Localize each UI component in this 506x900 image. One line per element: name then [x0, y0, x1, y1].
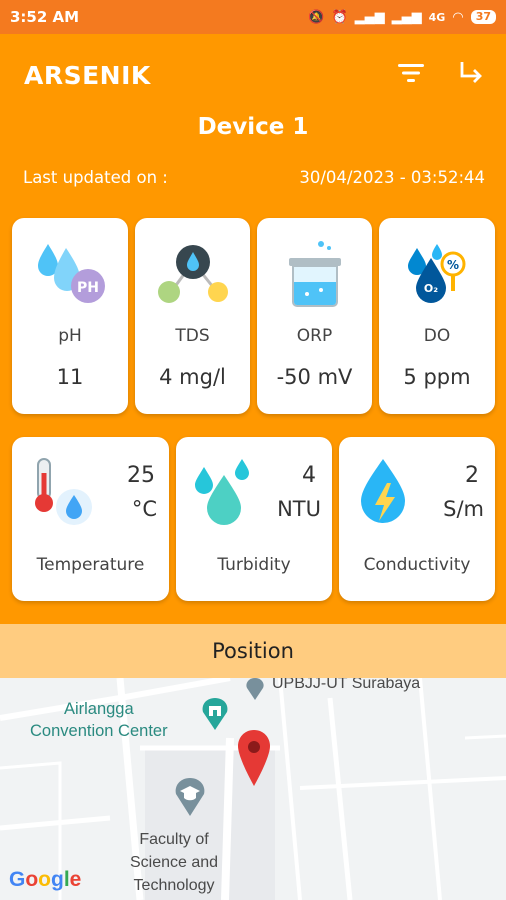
logout-arrow-icon[interactable]	[458, 61, 484, 89]
sensor-card-conductivity[interactable]: 2 S/m Conductivity	[339, 437, 495, 601]
svg-text:%: %	[447, 258, 459, 272]
svg-text:O₂: O₂	[424, 282, 438, 295]
wifi-icon: ◠	[452, 9, 464, 25]
map-label-upbjj: UPBJJ-UT Surabaya	[272, 678, 421, 692]
sensor-label: Temperature	[36, 555, 145, 575]
network-type: 4G	[428, 10, 446, 24]
device-title: Device 1	[197, 114, 309, 140]
filter-icon[interactable]	[398, 63, 424, 87]
sensor-label: TDS	[175, 326, 210, 346]
sensor-value: 2	[465, 463, 479, 488]
sensor-card-turbidity[interactable]: 4 NTU Turbidity	[176, 437, 332, 601]
sensor-value: -50 mV	[276, 365, 353, 389]
sensor-label: ORP	[296, 326, 333, 346]
oxygen-drop-icon: O₂ %	[407, 240, 471, 310]
last-updated-row: Last updated on : 30/04/2023 - 03:52:44	[0, 168, 506, 187]
turbidity-drops-icon	[192, 457, 258, 535]
last-updated-value: 30/04/2023 - 03:52:44	[299, 168, 485, 187]
google-logo[interactable]: Google	[9, 868, 81, 892]
status-bar: 3:52 AM 🔕 ⏰ ▂▄▆ ▂▄▆ 4G ◠ 37	[0, 0, 506, 34]
signal-icon: ▂▄▆	[354, 9, 385, 25]
sensor-unit: S/m	[443, 497, 484, 521]
sensor-label: DO	[423, 326, 451, 346]
sensor-value: 4	[302, 463, 316, 488]
sensor-unit: NTU	[277, 497, 321, 521]
map-label-faculty: Faculty of Science and Technology	[130, 831, 219, 894]
landmark-icon	[200, 698, 230, 734]
sensor-card-temperature[interactable]: 25 °C Temperature	[12, 437, 169, 601]
map-view[interactable]: UPBJJ-UT Surabaya Airlangga Convention C…	[0, 678, 506, 900]
battery-icon: 37	[470, 10, 496, 24]
sensor-value: 11	[56, 365, 84, 389]
position-header: Position	[0, 624, 506, 678]
signal-icon-2: ▂▄▆	[391, 9, 422, 25]
sensor-card-orp[interactable]: ORP -50 mV	[257, 218, 372, 414]
status-time: 3:52 AM	[10, 8, 80, 26]
sensor-value: 4 mg/l	[159, 365, 226, 389]
sensor-label: Conductivity	[363, 555, 471, 575]
mute-icon: 🔕	[308, 9, 325, 25]
status-icons: 🔕 ⏰ ▂▄▆ ▂▄▆ 4G ◠ 37	[308, 10, 496, 25]
school-icon	[173, 778, 207, 820]
alarm-icon: ⏰	[331, 9, 348, 25]
sensor-card-tds[interactable]: TDS 4 mg/l	[135, 218, 250, 414]
sensor-card-ph[interactable]: PH pH 11	[12, 218, 128, 414]
ph-drops-icon: PH	[34, 238, 110, 310]
thermometer-icon	[32, 457, 100, 535]
app-bar: ARSENIK	[0, 34, 506, 116]
app-name: ARSENIK	[24, 60, 151, 90]
sensor-value: 25	[127, 463, 155, 488]
location-marker-icon[interactable]	[236, 730, 272, 794]
map-poi-icon	[243, 678, 267, 704]
beaker-icon	[283, 238, 347, 314]
position-title: Position	[212, 639, 294, 663]
sensor-value: 5 ppm	[403, 365, 471, 389]
map-label-convention: Airlangga Convention Center	[30, 700, 168, 740]
sensor-label: pH	[58, 326, 82, 346]
sensor-label: Turbidity	[217, 555, 291, 575]
conductivity-drop-icon	[355, 455, 415, 535]
svg-text:PH: PH	[77, 280, 99, 296]
molecule-icon	[155, 244, 231, 310]
sensor-unit: °C	[131, 497, 157, 521]
sensor-card-do[interactable]: O₂ % DO 5 ppm	[379, 218, 495, 414]
last-updated-label: Last updated on :	[23, 168, 168, 187]
